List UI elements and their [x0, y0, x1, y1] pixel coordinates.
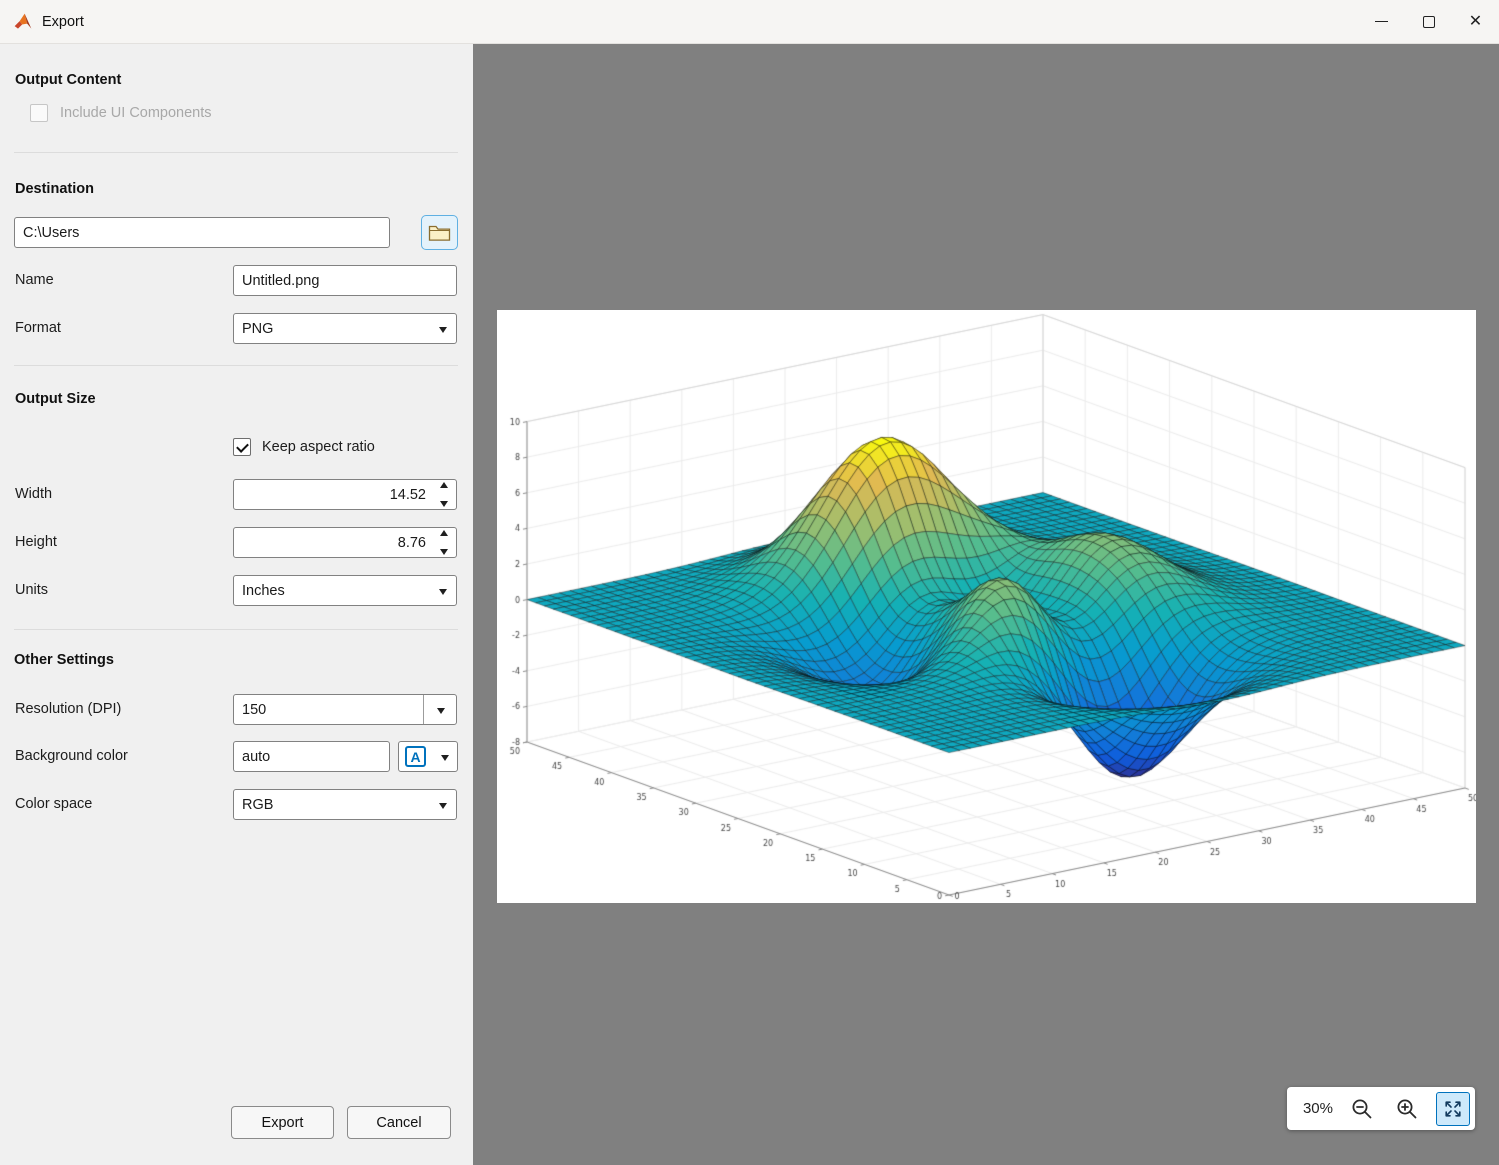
chevron-down-icon [439, 803, 447, 809]
colorspace-dropdown[interactable]: RGB [233, 789, 457, 820]
resolution-label: Resolution (DPI) [15, 701, 121, 717]
magnifier-plus-icon [1395, 1097, 1419, 1121]
divider [14, 365, 458, 366]
height-step-down-icon[interactable] [440, 549, 448, 555]
destination-heading: Destination [15, 181, 94, 197]
matlab-logo-icon [13, 12, 33, 32]
maximize-icon [1423, 16, 1435, 28]
format-label: Format [15, 320, 61, 336]
folder-icon [428, 223, 451, 242]
chevron-down-icon [439, 589, 447, 595]
height-label: Height [15, 534, 57, 550]
format-dropdown[interactable]: PNG [233, 313, 457, 344]
cancel-button[interactable]: Cancel [347, 1106, 451, 1139]
name-input[interactable] [233, 265, 457, 296]
height-input[interactable] [233, 527, 457, 558]
browse-folder-button[interactable] [421, 215, 458, 250]
colorspace-value: RGB [242, 797, 273, 813]
chevron-down-icon [441, 755, 449, 761]
units-dropdown[interactable]: Inches [233, 575, 457, 606]
window-title: Export [42, 14, 84, 30]
auto-color-icon: A [405, 746, 426, 767]
chevron-down-icon [437, 708, 445, 714]
include-ui-checkbox[interactable] [30, 104, 48, 122]
units-value: Inches [242, 583, 285, 599]
maximize-button[interactable] [1405, 0, 1452, 44]
chevron-down-icon [439, 327, 447, 333]
height-spinner [233, 527, 457, 558]
colorspace-label: Color space [15, 796, 92, 812]
width-spinner [233, 479, 457, 510]
export-dialog: Export ✕ Output Content Include UI Compo… [0, 0, 1499, 1165]
zoom-in-button[interactable] [1391, 1093, 1423, 1125]
output-content-heading: Output Content [15, 72, 121, 88]
background-color-input[interactable] [233, 741, 390, 772]
export-preview-image [497, 310, 1476, 903]
close-button[interactable]: ✕ [1452, 0, 1499, 44]
name-label: Name [15, 272, 54, 288]
background-color-label: Background color [15, 748, 128, 764]
resolution-combobox [233, 694, 457, 725]
keep-aspect-label: Keep aspect ratio [262, 439, 375, 455]
units-label: Units [15, 582, 48, 598]
output-size-heading: Output Size [15, 391, 96, 407]
zoom-out-button[interactable] [1346, 1093, 1378, 1125]
other-settings-heading: Other Settings [14, 652, 114, 668]
background-color-picker-button[interactable]: A [398, 741, 458, 772]
zoom-toolbar: 30% [1287, 1087, 1475, 1130]
minimize-button[interactable] [1358, 0, 1405, 44]
width-step-down-icon[interactable] [440, 501, 448, 507]
settings-panel: Output Content Include UI Components Des… [0, 44, 473, 1165]
include-ui-label: Include UI Components [60, 105, 212, 121]
divider [14, 629, 458, 630]
width-label: Width [15, 486, 52, 502]
width-step-up-icon[interactable] [440, 482, 448, 488]
title-bar: Export ✕ [0, 0, 1499, 44]
format-value: PNG [242, 321, 273, 337]
resolution-input[interactable] [234, 695, 422, 724]
width-input[interactable] [233, 479, 457, 510]
export-button[interactable]: Export [231, 1106, 334, 1139]
height-step-up-icon[interactable] [440, 530, 448, 536]
keep-aspect-checkbox[interactable] [233, 438, 251, 456]
expand-arrows-icon [1443, 1099, 1463, 1119]
minimize-icon [1375, 21, 1388, 22]
preview-pane: 30% [473, 44, 1499, 1165]
close-icon: ✕ [1469, 14, 1482, 30]
magnifier-minus-icon [1350, 1097, 1374, 1121]
resolution-dropdown-button[interactable] [423, 695, 456, 724]
surface-plot-canvas [497, 310, 1476, 903]
fit-to-window-button[interactable] [1436, 1092, 1470, 1126]
zoom-level: 30% [1303, 1100, 1333, 1117]
divider [14, 152, 458, 153]
destination-path-input[interactable] [14, 217, 390, 248]
